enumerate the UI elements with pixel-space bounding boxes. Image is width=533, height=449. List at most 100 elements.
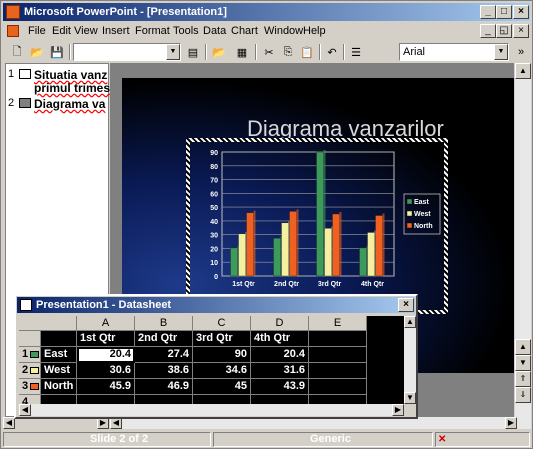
open-icon[interactable]: 📂 xyxy=(29,44,45,60)
format-selection-icon[interactable]: ▤ xyxy=(185,44,201,60)
bar-chart[interactable]: 0 10 20 30 40 50 60 70 80 90 1st Qtr 2nd Qtr 3rd Qtr… xyxy=(190,142,444,310)
toolbar-options-icon[interactable]: » xyxy=(513,44,529,60)
data-cell[interactable] xyxy=(309,363,367,379)
font-name-dropdown[interactable]: Arial ▼ xyxy=(399,43,509,61)
datasheet-vscroll[interactable]: ▲ ▼ xyxy=(404,316,416,404)
powerpoint-app-icon[interactable] xyxy=(6,5,20,19)
new-icon[interactable]: 🗋 xyxy=(9,44,25,60)
column-header[interactable]: B xyxy=(135,316,193,331)
bar-east xyxy=(230,247,238,277)
data-cell[interactable] xyxy=(309,331,367,347)
column-header[interactable]: D xyxy=(251,316,309,331)
chart-object[interactable]: 0 10 20 30 40 50 60 70 80 90 1st Qtr 2nd Qtr 3rd Qtr… xyxy=(186,138,448,314)
menu-file[interactable]: File xyxy=(28,25,46,37)
doc-minimize-button[interactable]: _ xyxy=(480,24,496,38)
series-name-cell[interactable] xyxy=(41,395,77,404)
menu-tools[interactable]: Tools xyxy=(173,25,199,37)
menu-chart[interactable]: Chart xyxy=(231,25,258,37)
data-cell[interactable] xyxy=(309,379,367,395)
data-cell[interactable]: 20.4 xyxy=(251,347,309,363)
category-header-cell[interactable]: 3rd Qtr xyxy=(193,331,251,347)
series-name-cell[interactable]: North xyxy=(41,379,77,395)
data-cell[interactable]: 45.9 xyxy=(77,379,135,395)
undo-icon[interactable]: ↶ xyxy=(324,44,340,60)
scroll-right-icon[interactable]: ▶ xyxy=(505,417,517,429)
row-header[interactable] xyxy=(19,331,41,347)
series-name-cell[interactable]: East xyxy=(41,347,77,363)
paste-icon[interactable]: 📋 xyxy=(299,44,315,60)
scroll-up-icon[interactable]: ▲ xyxy=(515,63,531,79)
datasheet-titlebar[interactable]: Presentation1 - Datasheet × xyxy=(17,297,415,313)
category-header-cell[interactable]: 2nd Qtr xyxy=(135,331,193,347)
datasheet-grid[interactable]: A B C D E 1st Qtr 2nd Qtr 3rd Qtr 4th Qtr 1 East 20… xyxy=(19,316,404,404)
data-cell[interactable]: 90 xyxy=(193,347,251,363)
data-cell[interactable]: 46.9 xyxy=(135,379,193,395)
menu-format[interactable]: Format xyxy=(135,25,170,37)
data-cell[interactable]: 38.6 xyxy=(135,363,193,379)
maximize-button[interactable]: □ xyxy=(496,5,512,19)
menu-window[interactable]: Window xyxy=(264,25,303,37)
category-header-cell[interactable]: 1st Qtr xyxy=(77,331,135,347)
menu-help[interactable]: Help xyxy=(303,25,326,37)
datasheet-hscroll[interactable]: ◀ ▶ xyxy=(19,404,404,416)
view-datasheet-icon[interactable]: ▦ xyxy=(234,44,250,60)
data-cell[interactable] xyxy=(135,395,193,404)
data-cell[interactable]: 31.6 xyxy=(251,363,309,379)
legend-label: North xyxy=(414,223,433,230)
document-icon[interactable] xyxy=(7,25,19,37)
menu-insert[interactable]: Insert xyxy=(102,25,130,37)
outline-slide-1[interactable]: 1 Situatia vanz primul trimes xyxy=(8,68,110,95)
close-button[interactable]: × xyxy=(513,5,529,19)
scroll-left-icon[interactable]: ◀ xyxy=(19,404,31,416)
chart-objects-dropdown[interactable]: ▼ xyxy=(73,43,181,61)
outline-slide-2[interactable]: 2 Diagrama va xyxy=(8,97,108,111)
data-cell[interactable]: 45 xyxy=(193,379,251,395)
datasheet-window[interactable]: Presentation1 - Datasheet × A B C D E 1st Qtr… xyxy=(14,294,418,419)
chevron-down-icon[interactable]: ▼ xyxy=(494,44,508,60)
cut-icon[interactable]: ✂ xyxy=(261,44,277,60)
data-cell[interactable]: 30.6 xyxy=(77,363,135,379)
data-cell[interactable] xyxy=(193,395,251,404)
menu-view[interactable]: View xyxy=(74,25,98,37)
select-all-corner[interactable] xyxy=(19,316,77,331)
scroll-up-icon[interactable]: ▲ xyxy=(515,339,531,355)
column-header[interactable]: E xyxy=(309,316,367,331)
scroll-down-icon[interactable]: ▼ xyxy=(515,355,531,371)
column-header[interactable]: C xyxy=(193,316,251,331)
doc-restore-button[interactable]: ◱ xyxy=(496,24,512,38)
category-header-cell[interactable]: 4th Qtr xyxy=(251,331,309,347)
data-cell[interactable] xyxy=(77,395,135,404)
scroll-right-icon[interactable]: ▶ xyxy=(392,404,404,416)
chevron-down-icon[interactable]: ▼ xyxy=(166,44,180,60)
column-header[interactable]: A xyxy=(77,316,135,331)
import-file-icon[interactable]: 📂 xyxy=(211,44,227,60)
data-cell[interactable]: 20.4 xyxy=(77,347,135,363)
data-cell[interactable] xyxy=(309,347,367,363)
scroll-up-icon[interactable]: ▲ xyxy=(404,316,416,328)
series-name-cell[interactable]: West xyxy=(41,363,77,379)
data-cell[interactable] xyxy=(309,395,367,404)
next-slide-icon[interactable]: ⇓ xyxy=(515,387,531,403)
data-cell[interactable]: 27.4 xyxy=(135,347,193,363)
status-design-cell: Generic xyxy=(213,432,433,447)
menu-edit[interactable]: Edit xyxy=(52,25,71,37)
save-icon[interactable]: 💾 xyxy=(49,44,65,60)
copy-icon[interactable]: ⎘ xyxy=(280,44,296,60)
row-header[interactable]: 2 xyxy=(19,363,41,379)
spelling-status-icon[interactable]: ✕ xyxy=(438,433,456,445)
menu-data[interactable]: Data xyxy=(203,25,226,37)
row-header[interactable]: 1 xyxy=(19,347,41,363)
by-row-icon[interactable]: ☰ xyxy=(348,44,364,60)
previous-slide-icon[interactable]: ⇑ xyxy=(515,371,531,387)
datasheet-close-button[interactable]: × xyxy=(398,298,414,312)
data-cell[interactable]: 34.6 xyxy=(193,363,251,379)
data-cell[interactable]: 43.9 xyxy=(251,379,309,395)
vertical-scrollbar[interactable]: ▲ ▲ ▼ ⇑ ⇓ xyxy=(515,63,531,417)
scroll-down-icon[interactable]: ▼ xyxy=(404,392,416,404)
doc-close-button[interactable]: × xyxy=(513,24,529,38)
row-header[interactable]: 4 xyxy=(19,395,41,404)
row-header[interactable]: 3 xyxy=(19,379,41,395)
minimize-button[interactable]: _ xyxy=(480,5,496,19)
data-cell[interactable] xyxy=(251,395,309,404)
header-row-name-cell[interactable] xyxy=(41,331,77,347)
